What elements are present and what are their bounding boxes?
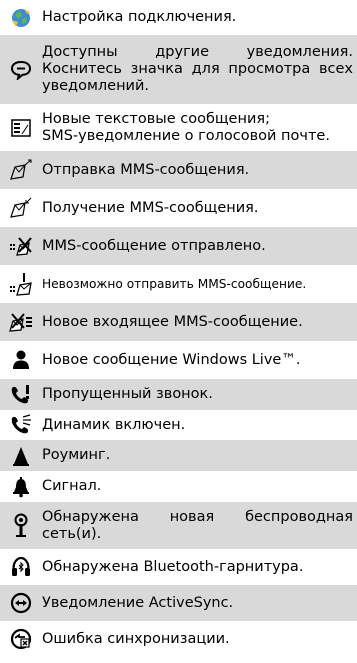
sms-icon — [0, 118, 42, 138]
table-row: Роуминг. — [0, 440, 357, 471]
table-row: Новое сообщение Windows Live™. — [0, 341, 357, 379]
table-row: Ошибка синхронизации. — [0, 621, 357, 657]
row-text: Ошибка синхронизации. — [42, 630, 230, 647]
table-row: Динамик включен. — [0, 410, 357, 440]
table-row: Получение MMS-сообщения. — [0, 189, 357, 227]
table-row: Уведомление ActiveSync. — [0, 585, 357, 621]
table-row: Новое входящее MMS-сообщение. — [0, 303, 357, 341]
mms-receiving-icon — [0, 197, 42, 219]
notification-icons-table: Настройка подключения. Доступны другие у… — [0, 0, 357, 657]
row-text: Обнаружена новая беспроводная сеть(и). — [42, 508, 353, 542]
table-row: Пропущенный звонок. — [0, 379, 357, 410]
table-row: Отправка MMS-сообщения. — [0, 151, 357, 189]
mms-sending-icon — [0, 159, 42, 181]
row-text: Сигнал. — [42, 478, 102, 494]
table-row: Настройка подключения. — [0, 0, 357, 35]
activesync-icon — [0, 592, 42, 614]
speakerphone-icon — [0, 414, 42, 436]
table-row: MMS-сообщение отправлено. — [0, 227, 357, 265]
row-text: Новое сообщение Windows Live™. — [42, 351, 301, 368]
row-text: Динамик включен. — [42, 416, 186, 433]
mms-send-failed-icon — [0, 272, 42, 296]
row-text: Уведомление ActiveSync. — [42, 594, 234, 611]
row-text: Роуминг. — [42, 447, 111, 463]
row-text: MMS-сообщение отправлено. — [42, 237, 266, 254]
row-text: Новое входящее MMS-сообщение. — [42, 313, 303, 330]
row-text: Обнаружена Bluetooth-гарнитура. — [42, 558, 304, 575]
bluetooth-headset-icon — [0, 556, 42, 578]
mms-sent-icon — [0, 235, 42, 257]
alarm-bell-icon — [0, 476, 42, 498]
row-text: Пропущенный звонок. — [42, 386, 213, 402]
row-text: Новые текстовые сообщения; SMS-уведомлен… — [42, 110, 330, 144]
table-row: Обнаружена Bluetooth-гарнитура. — [0, 549, 357, 585]
connection-settings-icon — [0, 7, 42, 29]
missed-call-icon — [0, 384, 42, 406]
row-text: Невозможно отправить MMS-сообщение. — [42, 276, 307, 291]
windows-live-person-icon — [0, 349, 42, 371]
table-row: Новые текстовые сообщения; SMS-уведомлен… — [0, 104, 357, 151]
row-text: Настройка подключения. — [42, 9, 237, 25]
sync-error-icon — [0, 628, 42, 650]
table-row: Обнаружена новая беспроводная сеть(и). — [0, 502, 357, 549]
row-text: Получение MMS-сообщения. — [42, 199, 259, 216]
mms-incoming-icon — [0, 311, 42, 333]
row-text: Отправка MMS-сообщения. — [42, 161, 250, 178]
table-row: Сигнал. — [0, 471, 357, 502]
row-text: Доступны другие уведомления. Коснитесь з… — [42, 44, 353, 94]
wireless-network-icon — [0, 513, 42, 539]
table-row: Невозможно отправить MMS-сообщение. — [0, 265, 357, 303]
roaming-icon — [0, 445, 42, 467]
speech-bubble-icon — [0, 60, 42, 80]
table-row: Доступны другие уведомления. Коснитесь з… — [0, 35, 357, 104]
